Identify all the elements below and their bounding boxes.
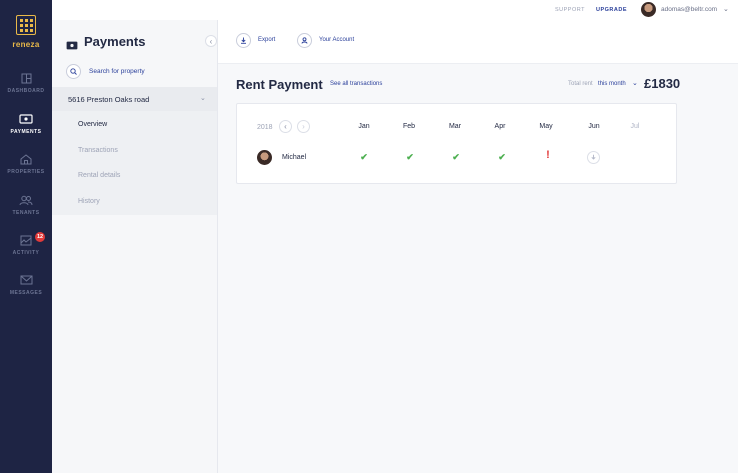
total-rent-label: Total rent [568, 81, 593, 87]
property-selector[interactable]: 5616 Preston Oaks road ⌄ [52, 87, 217, 111]
collapse-sidebar-button[interactable]: ‹ [205, 35, 217, 47]
rail-item-messages[interactable]: MESSAGES [0, 268, 52, 308]
pending-icon[interactable] [587, 151, 600, 164]
total-rent-amount: £1830 [644, 76, 681, 91]
alert-icon[interactable]: ! [546, 150, 550, 161]
dashboard-icon [19, 72, 33, 84]
search-icon [66, 64, 81, 79]
chevron-down-icon: ⌄ [200, 95, 206, 102]
property-submenu [52, 111, 217, 215]
rail-label: TENANTS [12, 210, 40, 216]
rail-label: ACTIVITY [12, 250, 40, 256]
activity-icon [19, 234, 33, 246]
export-button[interactable]: Export [258, 37, 275, 43]
user-email[interactable]: adomas@beltr.com [661, 6, 717, 13]
see-all-transactions-link[interactable]: See all transactions [330, 81, 382, 87]
submenu-rental-details[interactable]: Rental details [78, 172, 120, 179]
search-property[interactable]: Search for property [66, 64, 145, 79]
chevron-down-icon[interactable]: ⌄ [723, 5, 729, 13]
main-rail: reneza DASHBOARD PAYMENTS PROPERTIES TEN… [0, 0, 52, 473]
tenant-avatar [257, 150, 272, 165]
rail-item-activity[interactable]: 12 ACTIVITY [0, 228, 52, 268]
year-label: 2018 [257, 124, 273, 131]
upgrade-link[interactable]: UPGRADE [596, 7, 627, 13]
check-icon: ✔ [360, 152, 368, 162]
your-account-button[interactable]: Your Account [319, 37, 354, 43]
support-link[interactable]: SUPPORT [555, 7, 585, 13]
check-icon: ✔ [498, 152, 506, 162]
month-header: Jul [630, 123, 640, 130]
user-avatar[interactable] [641, 2, 656, 17]
mail-icon [19, 274, 33, 286]
payments-icon [19, 113, 33, 125]
rail-item-dashboard[interactable]: DASHBOARD [0, 66, 52, 106]
month-header: Apr [494, 123, 506, 130]
rail-label: MESSAGES [9, 290, 43, 296]
chevron-right-icon[interactable]: › [297, 120, 310, 133]
payment-card [236, 103, 677, 184]
submenu-history[interactable]: History [78, 198, 100, 205]
month-header: Jan [358, 123, 370, 130]
section-title-text: Payments [84, 34, 146, 49]
app-logo[interactable]: reneza [0, 0, 52, 60]
chevron-left-icon[interactable]: ‹ [279, 120, 292, 133]
chevron-down-icon[interactable]: ⌄ [632, 79, 638, 87]
payments-icon [66, 37, 78, 50]
check-icon: ✔ [452, 152, 460, 162]
rail-item-tenants[interactable]: TENANTS [0, 188, 52, 228]
submenu-transactions[interactable]: Transactions [78, 147, 118, 154]
logo-text: reneza [12, 40, 40, 49]
user-icon[interactable] [297, 33, 312, 48]
activity-badge: 12 [35, 232, 45, 242]
top-bar: SUPPORT UPGRADE adomas@beltr.com ⌄ [52, 0, 738, 20]
tenant-name[interactable]: Michael [282, 154, 306, 161]
submenu-overview[interactable]: Overview [78, 121, 107, 128]
period-selector[interactable]: this month [598, 81, 626, 87]
search-label: Search for property [89, 68, 145, 75]
logo-grid-icon [16, 15, 36, 35]
month-header: Mar [448, 123, 462, 130]
users-icon [19, 194, 33, 206]
rail-item-payments[interactable]: PAYMENTS [0, 107, 52, 147]
property-name: 5616 Preston Oaks road [68, 94, 150, 104]
check-icon: ✔ [406, 152, 414, 162]
month-header: May [539, 123, 553, 130]
action-bar [218, 20, 738, 64]
rail-item-properties[interactable]: PROPERTIES [0, 147, 52, 187]
download-icon[interactable] [236, 33, 251, 48]
rail-label: PROPERTIES [7, 169, 45, 175]
home-icon [19, 153, 33, 165]
section-title: Payments [66, 34, 146, 50]
rail-label: DASHBOARD [7, 88, 45, 94]
month-header: Jun [588, 123, 600, 130]
rail-label: PAYMENTS [10, 129, 42, 135]
rent-payment-title: Rent Payment [236, 77, 323, 92]
month-header: Feb [402, 123, 416, 130]
